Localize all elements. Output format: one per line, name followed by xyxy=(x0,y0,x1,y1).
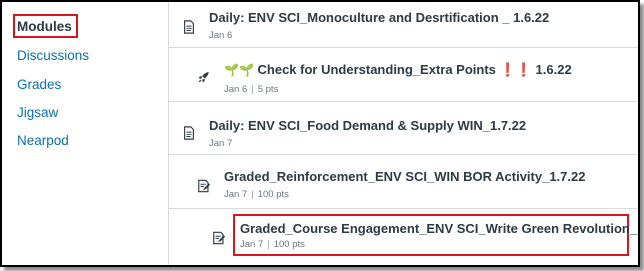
module-items-list: Daily: ENV SCI_Monoculture and Desrtific… xyxy=(168,2,638,265)
meta-separator: | xyxy=(251,84,254,95)
module-item-date: Jan 6 xyxy=(209,30,233,41)
module-item-title-date: 1.6.22 xyxy=(535,62,572,77)
module-item-points: 100 pts xyxy=(257,189,289,200)
course-sidebar: Modules Discussions Grades Jigsaw Nearpo… xyxy=(2,2,168,265)
module-item-title-text[interactable]: Check for Understanding_Extra Points xyxy=(258,62,496,77)
module-item-date: Jan 7 xyxy=(240,239,264,250)
module-item-title[interactable]: Graded_Reinforcement_ENV SCI_WIN BOR Act… xyxy=(224,169,585,184)
module-item-date: Jan 7 xyxy=(224,189,248,200)
module-item[interactable]: Graded_Reinforcement_ENV SCI_WIN BOR Act… xyxy=(169,155,638,209)
sidebar-item-grades[interactable]: Grades xyxy=(17,77,61,92)
module-item-date: Jan 6 xyxy=(224,84,248,95)
module-item-date: Jan 7 xyxy=(209,138,233,149)
seedling-icon: 🌱🌱 xyxy=(224,63,254,77)
module-item-title[interactable]: Graded_Course Engagement_ENV SCI_Write G… xyxy=(240,221,638,236)
meta-separator: | xyxy=(267,239,270,250)
module-item[interactable]: 🌱🌱 Check for Understanding_Extra Points … xyxy=(169,48,638,102)
rocket-icon xyxy=(198,72,209,83)
module-item-meta: Jan 7 | 100 pts xyxy=(240,239,305,250)
module-item[interactable]: Graded_Course Engagement_ENV SCI_Write G… xyxy=(169,209,638,265)
module-item-meta: Jan 6 | 5 pts xyxy=(224,84,278,95)
sidebar-item-nearpod[interactable]: Nearpod xyxy=(17,133,69,148)
module-item[interactable]: Daily: ENV SCI_Monoculture and Desrtific… xyxy=(169,2,638,48)
module-item-title[interactable]: Daily: ENV SCI_Monoculture and Desrtific… xyxy=(209,10,549,25)
page-icon xyxy=(184,20,194,34)
assignment-icon xyxy=(198,179,211,193)
sidebar-item-modules[interactable]: Modules xyxy=(13,14,78,38)
sidebar-item-jigsaw[interactable]: Jigsaw xyxy=(17,105,58,120)
module-item[interactable]: Daily: ENV SCI_Food Demand & Supply WIN_… xyxy=(169,102,638,155)
module-item-title[interactable]: 🌱🌱 Check for Understanding_Extra Points … xyxy=(224,62,572,78)
module-item-points: 100 pts xyxy=(273,239,305,250)
sidebar-item-discussions[interactable]: Discussions xyxy=(17,48,89,63)
module-item-meta: Jan 7 | 100 pts xyxy=(224,189,289,200)
assignment-icon xyxy=(213,231,226,245)
module-item-points: 5 pts xyxy=(257,84,279,95)
module-item-title[interactable]: Daily: ENV SCI_Food Demand & Supply WIN_… xyxy=(209,118,526,133)
exclamation-icon: ❗❗ xyxy=(499,62,532,77)
meta-separator: | xyxy=(251,189,254,200)
page-icon xyxy=(184,126,194,140)
app-frame: Modules Discussions Grades Jigsaw Nearpo… xyxy=(0,0,640,267)
